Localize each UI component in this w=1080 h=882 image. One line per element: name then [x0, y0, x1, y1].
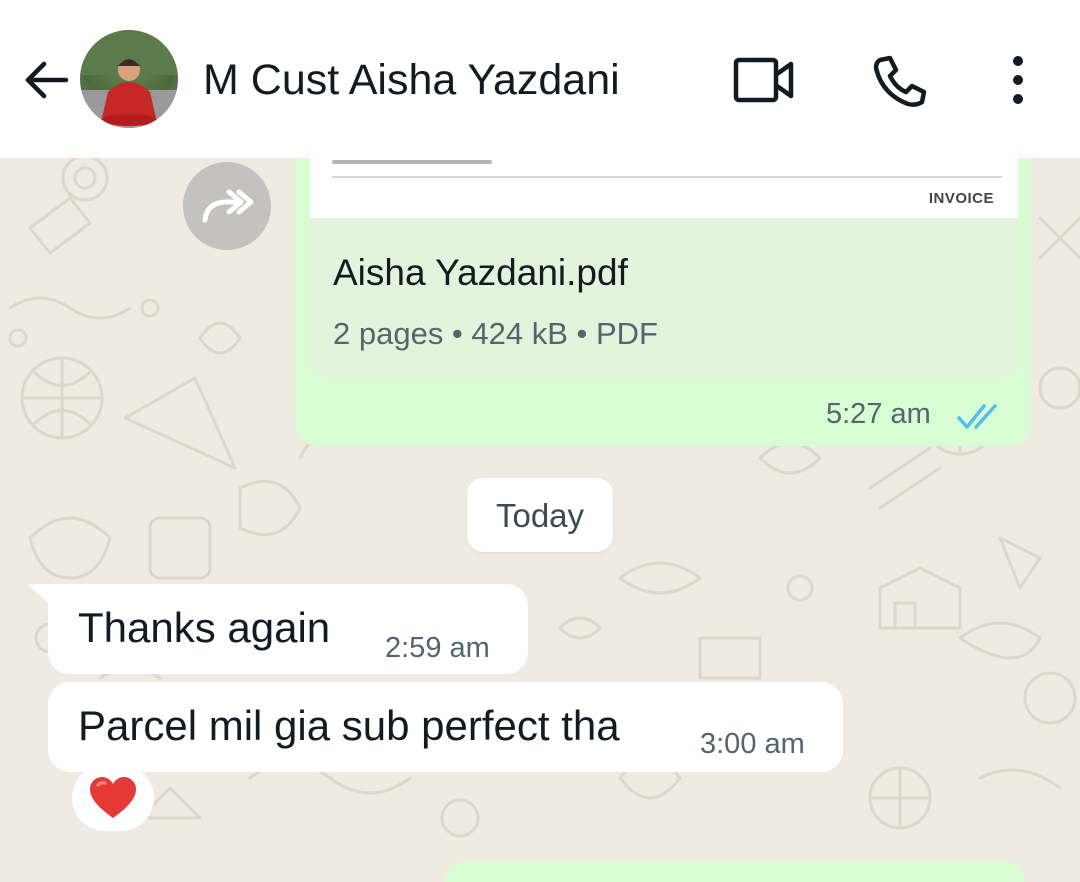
outgoing-message-bubble[interactable]	[445, 862, 1025, 882]
preview-invoice-label: INVOICE	[928, 190, 994, 207]
incoming-message-bubble[interactable]: Parcel mil gia sub perfect tha 3:00 am	[48, 682, 843, 772]
arrow-left-icon[interactable]	[20, 54, 72, 106]
message-time: 5:27 am	[826, 398, 931, 430]
message-text: Thanks again	[78, 604, 331, 651]
chat-header: M Cust Aisha Yazdani	[0, 0, 1080, 158]
document-meta: 2 pages • 424 kB • PDF	[333, 316, 658, 351]
document-info[interactable]: Aisha Yazdani.pdf 2 pages • 424 kB • PDF	[310, 218, 1018, 378]
date-divider-label: Today	[495, 497, 585, 534]
message-text: Parcel mil gia sub perfect tha	[78, 702, 620, 749]
double-check-read-icon	[957, 404, 997, 429]
document-preview[interactable]: INVOICE	[310, 150, 1018, 218]
preview-divider	[332, 176, 1002, 178]
preview-text-line	[332, 160, 492, 164]
avatar[interactable]	[80, 30, 178, 128]
incoming-message-bubble[interactable]: Thanks again 2:59 am	[48, 584, 528, 674]
document-file-name: Aisha Yazdani.pdf	[333, 252, 628, 293]
message-time: 3:00 am	[700, 728, 805, 760]
heart-icon	[90, 777, 136, 818]
phone-icon[interactable]	[872, 54, 928, 110]
date-divider: Today	[467, 478, 613, 552]
more-vertical-icon[interactable]	[1003, 54, 1033, 106]
reaction-badge[interactable]	[72, 765, 154, 831]
video-camera-icon[interactable]	[733, 56, 795, 104]
message-time: 2:59 am	[385, 632, 490, 664]
forward-button[interactable]	[183, 162, 271, 250]
contact-name[interactable]: M Cust Aisha Yazdani	[203, 56, 620, 105]
forward-icon	[202, 189, 254, 223]
